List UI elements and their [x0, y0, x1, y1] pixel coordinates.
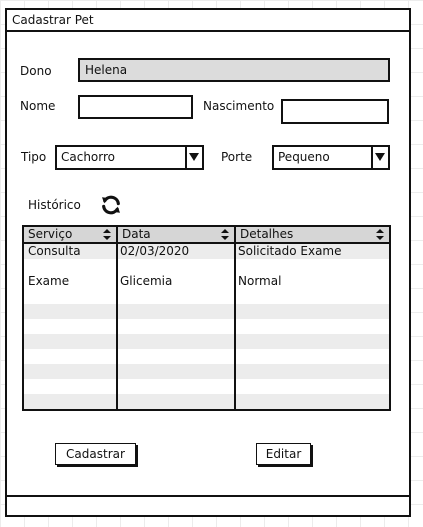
table-header: Serviço Data Detalhes — [24, 227, 389, 244]
type-select[interactable]: Cachorro — [55, 145, 204, 170]
table-row[interactable] — [24, 394, 389, 409]
sort-icon — [221, 229, 229, 240]
size-select[interactable]: Pequeno — [272, 145, 390, 170]
table-cell: Solicitado Exame — [238, 244, 342, 258]
register-pet-window: Cadastrar Pet Dono Helena Nome Nasciment… — [5, 8, 411, 517]
table-row[interactable] — [24, 304, 389, 319]
size-select-value: Pequeno — [278, 150, 330, 164]
size-label: Porte — [221, 150, 253, 164]
size-dropdown-button[interactable] — [371, 147, 388, 168]
birth-label: Nascimento — [203, 99, 275, 113]
edit-button[interactable]: Editar — [256, 443, 311, 465]
table-cell: 02/03/2020 — [120, 244, 190, 258]
table-row[interactable] — [24, 364, 389, 379]
column-header-date[interactable]: Data — [118, 227, 234, 242]
table-row[interactable]: Consulta 02/03/2020 Solicitado Exame — [24, 244, 389, 259]
table-cell: Exame — [28, 274, 70, 288]
owner-label: Dono — [20, 64, 52, 78]
status-bar — [7, 495, 409, 515]
type-select-value: Cachorro — [61, 150, 116, 164]
history-label: Histórico — [28, 198, 81, 212]
column-header-service[interactable]: Serviço — [24, 227, 116, 242]
table-row[interactable]: Exame Glicemia Normal — [24, 274, 389, 289]
owner-field[interactable]: Helena — [78, 58, 390, 82]
table-cell: Normal — [238, 274, 282, 288]
refresh-icon[interactable] — [100, 194, 122, 216]
window-title: Cadastrar Pet — [12, 13, 94, 27]
table-cell: Glicemia — [120, 274, 173, 288]
history-table[interactable]: Serviço Data Detalhes Consulta 02/03/202… — [22, 225, 391, 411]
name-field[interactable] — [78, 95, 193, 119]
column-divider — [116, 227, 118, 409]
table-row[interactable] — [24, 334, 389, 349]
column-header-details[interactable]: Detalhes — [236, 227, 389, 242]
sort-icon — [376, 229, 384, 240]
birth-field[interactable] — [281, 99, 389, 124]
register-button[interactable]: Cadastrar — [55, 443, 136, 465]
chevron-down-icon — [189, 153, 199, 161]
column-divider — [234, 227, 236, 409]
sort-icon — [103, 229, 111, 240]
table-cell: Consulta — [28, 244, 81, 258]
name-label: Nome — [20, 99, 56, 113]
type-label: Tipo — [21, 150, 47, 164]
chevron-down-icon — [375, 153, 385, 161]
title-bar: Cadastrar Pet — [7, 10, 409, 32]
type-dropdown-button[interactable] — [185, 147, 202, 168]
